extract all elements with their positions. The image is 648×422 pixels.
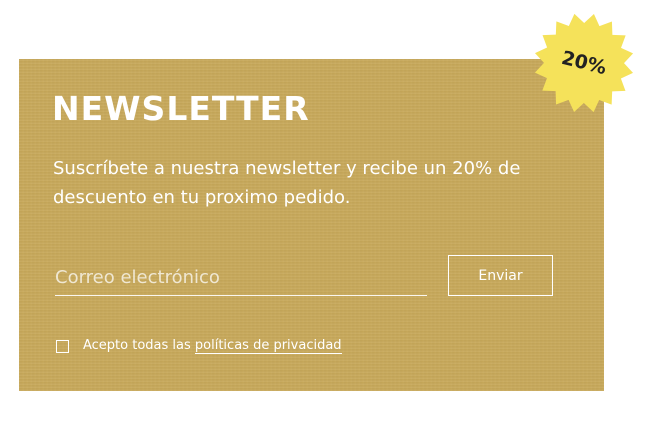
newsletter-description: Suscríbete a nuestra newsletter y recibe…: [53, 158, 521, 208]
consent-prefix: Acepto todas las: [83, 338, 195, 353]
newsletter-page: NEWSLETTER Suscríbete a nuestra newslett…: [0, 0, 648, 422]
privacy-consent: Acepto todas las políticas de privacidad: [56, 337, 342, 355]
email-input[interactable]: [55, 259, 427, 296]
privacy-policy-link[interactable]: políticas de privacidad: [194, 338, 342, 354]
discount-badge: 20%: [533, 12, 635, 114]
submit-button[interactable]: Enviar: [448, 255, 553, 296]
consent-label: Acepto todas las políticas de privacidad: [83, 337, 342, 355]
newsletter-card: NEWSLETTER Suscríbete a nuestra newslett…: [19, 59, 604, 391]
newsletter-title: NEWSLETTER: [52, 89, 310, 128]
privacy-checkbox[interactable]: [56, 339, 69, 353]
